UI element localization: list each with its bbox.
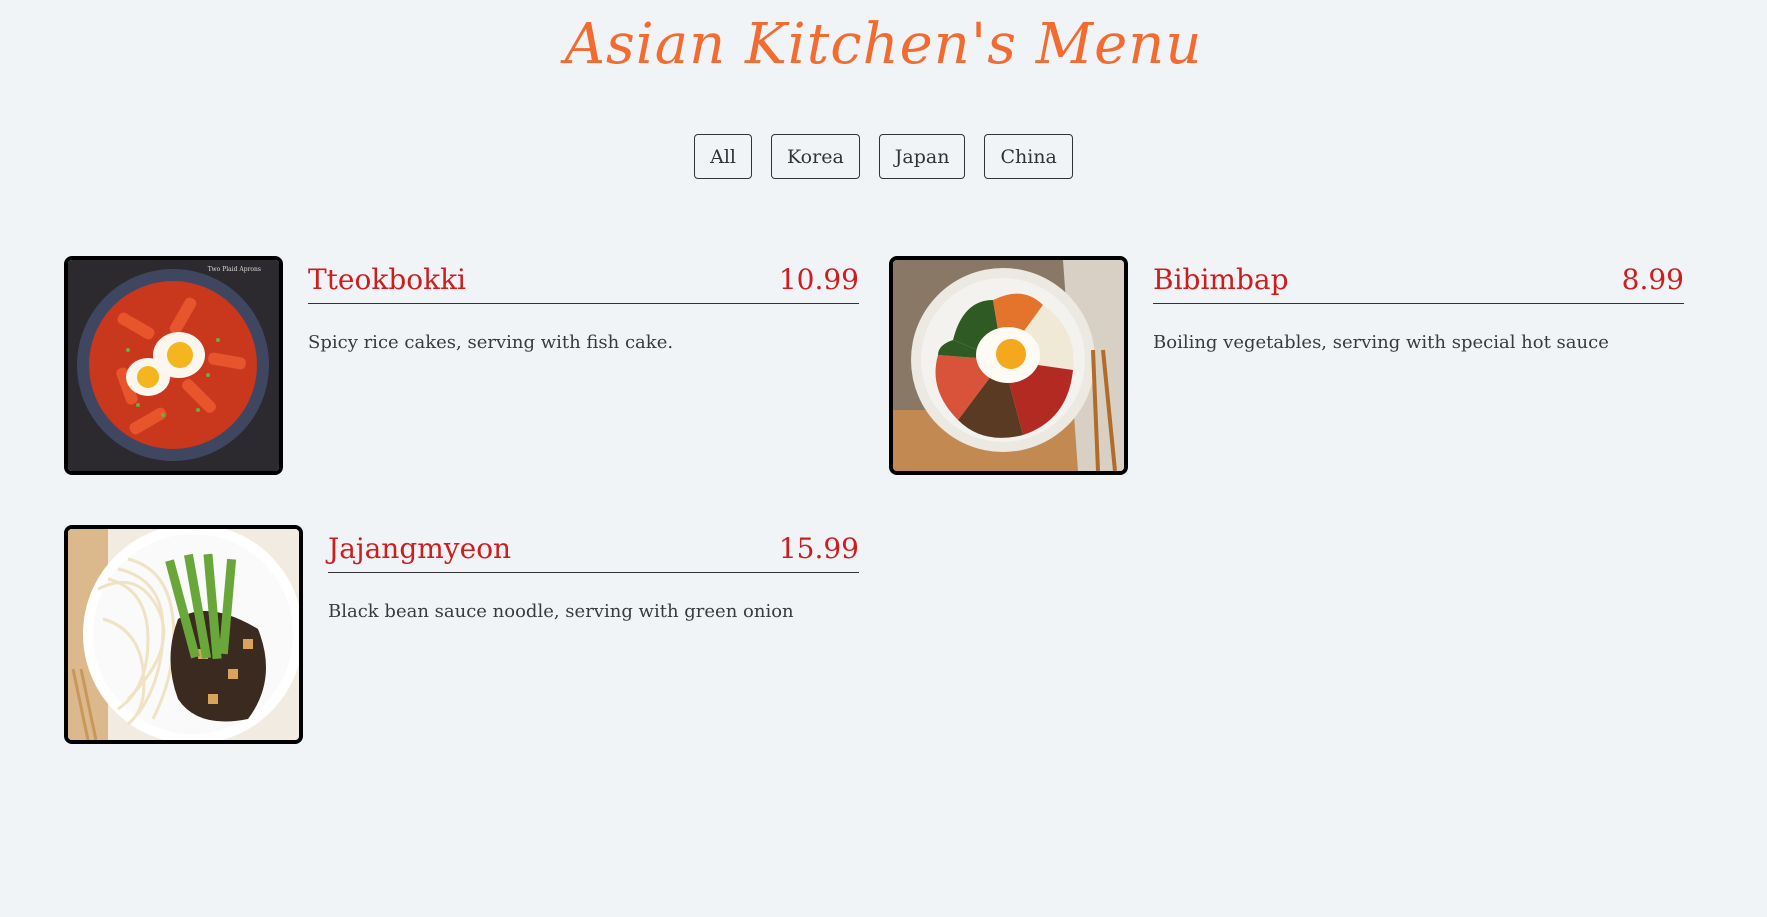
filter-bar: All Korea Japan China: [0, 134, 1767, 179]
menu-page: Asian Kitchen's Menu All Korea Japan Chi…: [0, 0, 1767, 917]
dish-name: Tteokbokki: [308, 263, 466, 296]
jajangmyeon-info: Jajangmyeon 15.99 Black bean sauce noodl…: [328, 525, 859, 622]
bibimbap-header: Bibimbap 8.99: [1153, 256, 1684, 304]
filter-all-button[interactable]: All: [694, 134, 752, 179]
tteokbokki-header: Tteokbokki 10.99: [308, 256, 859, 304]
filter-china-button[interactable]: China: [984, 134, 1073, 179]
filter-korea-button[interactable]: Korea: [771, 134, 860, 179]
image-watermark: Two Plaid Aprons: [207, 266, 261, 273]
jajangmyeon-header: Jajangmyeon 15.99: [328, 525, 859, 573]
dish-description: Black bean sauce noodle, serving with gr…: [328, 601, 794, 622]
tteokbokki-image: Two Plaid Aprons: [64, 256, 283, 475]
dish-description: Boiling vegetables, serving with special…: [1153, 332, 1609, 353]
filter-japan-button[interactable]: Japan: [878, 134, 966, 179]
dish-name: Bibimbap: [1153, 263, 1289, 296]
jajangmyeon-image: [64, 525, 303, 744]
dish-description: Spicy rice cakes, serving with fish cake…: [308, 332, 674, 353]
bibimbap-info: Bibimbap 8.99 Boiling vegetables, servin…: [1153, 256, 1684, 353]
tteokbokki-info: Tteokbokki 10.99 Spicy rice cakes, servi…: [308, 256, 859, 353]
bibimbap-image: [889, 256, 1128, 475]
dish-price: 10.99: [778, 263, 859, 296]
dish-name: Jajangmyeon: [328, 532, 512, 565]
dish-price: 8.99: [1621, 263, 1684, 296]
dish-price: 15.99: [778, 532, 859, 565]
page-title: Asian Kitchen's Menu: [564, 12, 1203, 77]
